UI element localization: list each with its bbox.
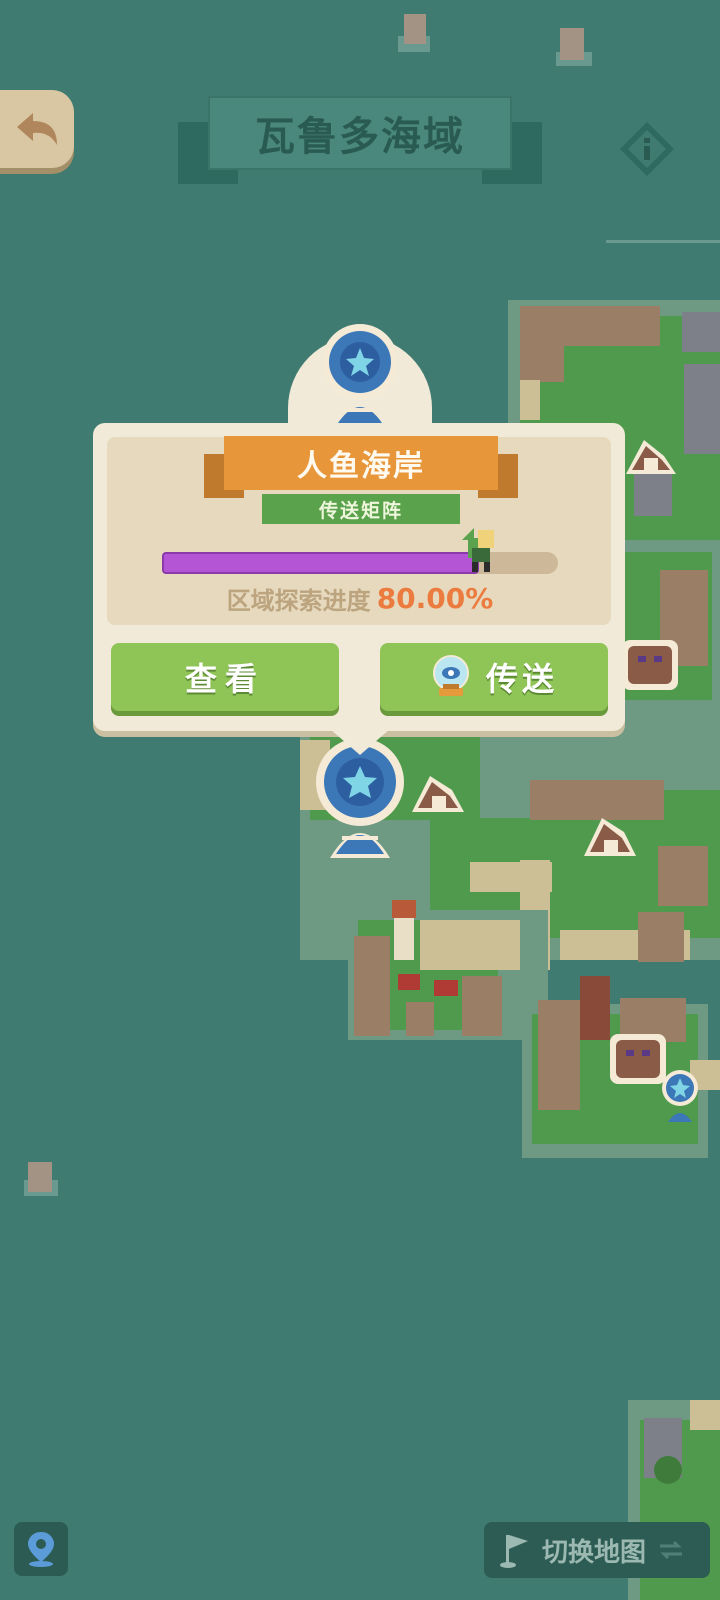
view-button[interactable]: 查看	[111, 643, 339, 711]
boss-marker[interactable]	[622, 640, 678, 690]
locate-button[interactable]	[14, 1522, 68, 1576]
location-name-ribbon: 人鱼海岸	[204, 436, 518, 500]
switch-map-label: 切换地图	[542, 1537, 647, 1568]
region-title-banner: 瓦鲁多海域	[178, 96, 542, 192]
region-title: 瓦鲁多海域	[255, 114, 465, 160]
teleport-button-label: 传送	[485, 660, 558, 698]
progress-value: 80.00%	[376, 581, 494, 615]
popup-pointer	[330, 729, 390, 755]
world-map[interactable]	[0, 0, 720, 1600]
location-type-tag: 传送矩阵	[262, 494, 460, 524]
sea-rock	[398, 14, 430, 52]
location-name: 人鱼海岸	[297, 449, 425, 484]
sea-rock	[24, 1162, 58, 1196]
flag-icon	[500, 1535, 528, 1568]
view-button-label: 查看	[184, 660, 265, 698]
village-island	[348, 900, 548, 1040]
swap-icon	[660, 1540, 683, 1560]
switch-map-button[interactable]: 切换地图	[484, 1522, 710, 1578]
progress-label: 区域探索进度	[226, 586, 371, 615]
sea-rock	[556, 28, 592, 66]
teleport-button[interactable]: 传送	[380, 643, 608, 711]
back-button[interactable]	[0, 90, 74, 168]
exploration-progress-bar	[162, 552, 558, 574]
info-icon	[620, 122, 674, 176]
boss-marker[interactable]	[610, 1034, 666, 1084]
location-pin-icon	[28, 1532, 54, 1567]
crystal-ball-icon	[432, 655, 469, 696]
progress-fill	[162, 552, 479, 574]
info-button[interactable]	[618, 120, 676, 178]
progress-row: 区域探索进度 80.00%	[200, 580, 520, 616]
map-edge-line	[606, 240, 720, 243]
location-type: 传送矩阵	[318, 499, 403, 522]
back-arrow-icon	[17, 113, 57, 145]
teleport-matrix-icon	[322, 324, 398, 426]
hero-marker-icon	[462, 528, 494, 572]
